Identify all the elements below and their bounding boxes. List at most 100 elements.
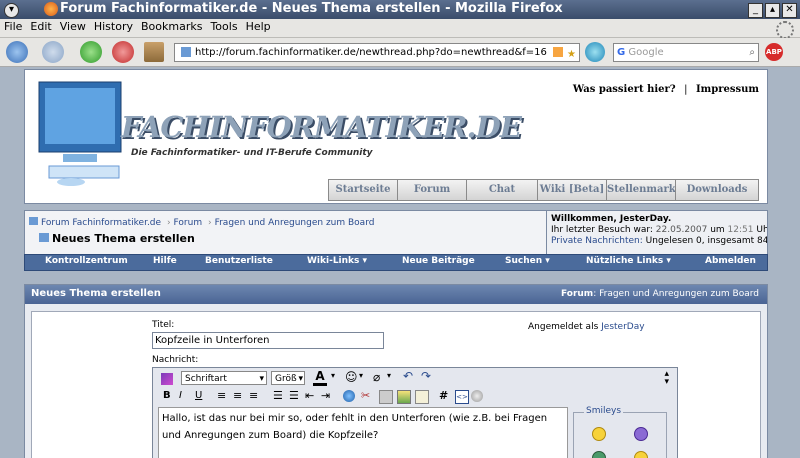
panel-forum-link[interactable]: Fragen und Anregungen zum Board [599, 289, 759, 299]
site-logo[interactable]: FACHINFORMATIKER.DE [121, 110, 522, 144]
window-menu-icon[interactable]: ▾ [4, 3, 19, 18]
close-icon[interactable]: ✕ [782, 3, 797, 18]
welcome-box: Willkommen, JesterDay. Ihr letzter Besuc… [546, 211, 767, 255]
chevron-down-icon[interactable]: ▾ [387, 371, 391, 380]
tab-wiki[interactable]: Wiki [Beta] [537, 179, 607, 201]
html-icon[interactable]: <> [455, 390, 469, 404]
forum-navbar: Kontrollzentrum Hilfe Benutzerliste Wiki… [24, 254, 768, 271]
italic-icon[interactable]: I [179, 390, 182, 401]
outdent-icon[interactable]: ⇤ [305, 389, 314, 402]
chevron-down-icon[interactable]: ▾ [359, 371, 363, 380]
undo-icon[interactable]: ↶ [403, 369, 413, 383]
chevron-down-icon[interactable]: ▾ [331, 371, 335, 380]
bookmark-star-icon[interactable]: ★ [567, 46, 576, 63]
menu-tools[interactable]: Tools [206, 19, 241, 34]
maximize-icon[interactable]: ▴ [765, 3, 780, 18]
insert-image-icon[interactable] [397, 390, 411, 404]
form-body: Titel: Kopfzeile in Unterforen Angemelde… [31, 311, 761, 458]
bold-icon[interactable]: B [163, 390, 171, 401]
smiley-grin-icon[interactable] [634, 451, 648, 458]
smiley-angry-icon[interactable] [634, 427, 648, 441]
ordered-list-icon[interactable]: ☰ [273, 389, 283, 402]
menu-bookmarks[interactable]: Bookmarks [137, 19, 206, 34]
search-input[interactable]: G Google ⌕ [613, 43, 759, 62]
insert-link-icon[interactable] [343, 390, 355, 402]
align-right-icon[interactable]: ≡ [249, 389, 258, 402]
font-select[interactable]: Schriftart ▾ [181, 371, 267, 385]
pm-link[interactable]: Private Nachrichten: [551, 236, 643, 246]
nav-neue-beitraege[interactable]: Neue Beiträge [402, 256, 475, 266]
panel-forum-label: Forum [561, 289, 594, 299]
menu-file[interactable]: File [0, 19, 26, 34]
last-visit-um: um [710, 225, 725, 235]
panel-forum: Forum: Fragen und Anregungen zum Board [561, 289, 759, 299]
tab-downloads[interactable]: Downloads [675, 179, 759, 201]
code-icon[interactable]: # [439, 389, 448, 402]
stop-icon[interactable] [112, 41, 134, 63]
search-icon[interactable]: ⌕ [749, 44, 755, 61]
smileys-box: Smileys [573, 406, 667, 458]
breadcrumb-board[interactable]: Fragen und Anregungen zum Board [215, 218, 375, 228]
text-color-icon[interactable]: A [313, 369, 327, 386]
nav-benutzerliste[interactable]: Benutzerliste [205, 256, 273, 266]
nav-wiki-links[interactable]: Wiki-Links ▾ [307, 256, 367, 266]
menu-view[interactable]: View [56, 19, 90, 34]
breadcrumb-forum[interactable]: Forum [174, 218, 203, 228]
message-textarea[interactable]: Hallo, ist das nur bei mir so, oder fehl… [158, 407, 568, 458]
logged-in-user-link[interactable]: JesterDay [601, 322, 644, 332]
forum-home-icon[interactable] [29, 217, 38, 225]
go-icon[interactable] [585, 42, 605, 62]
minimize-icon[interactable]: _ [748, 3, 763, 18]
nav-kontrollzentrum[interactable]: Kontrollzentrum [45, 256, 128, 266]
tab-forum[interactable]: Forum [397, 179, 467, 201]
unordered-list-icon[interactable]: ☰ [289, 389, 299, 402]
back-icon[interactable] [6, 41, 28, 63]
new-thread-panel: Neues Thema erstellen Forum: Fragen und … [24, 284, 768, 458]
smiley-insert-icon[interactable]: ☺ [345, 370, 358, 384]
firefox-logo-icon [44, 2, 58, 16]
rss-icon[interactable] [553, 47, 563, 57]
last-visit-label: Ihr letzter Besuch war: [551, 225, 653, 235]
search-placeholder: Google [628, 47, 664, 58]
nav-hilfe[interactable]: Hilfe [153, 256, 177, 266]
menu-history[interactable]: History [90, 19, 137, 34]
redo-icon[interactable]: ↷ [421, 369, 431, 383]
impressum-link[interactable]: Impressum [696, 84, 759, 95]
home-icon[interactable] [144, 42, 164, 62]
smiley-cool-icon[interactable] [592, 451, 606, 458]
size-select[interactable]: Größ ▾ [271, 371, 305, 385]
email-icon[interactable] [379, 390, 393, 404]
url-bar[interactable]: http://forum.fachinformatiker.de/newthre… [174, 43, 580, 62]
breadcrumb: Forum Fachinformatiker.de › Forum › Fragen… [24, 210, 768, 256]
forward-icon[interactable] [42, 41, 64, 63]
resize-toggle-icon[interactable]: ▴ ▾ [664, 370, 669, 387]
title-input[interactable]: Kopfzeile in Unterforen [152, 332, 384, 349]
private-messages: Private Nachrichten: Ungelesen 0, insges… [551, 236, 767, 247]
menu-help[interactable]: Help [242, 19, 275, 34]
menu-edit[interactable]: Edit [26, 19, 55, 34]
align-left-icon[interactable]: ≡ [217, 389, 226, 402]
php-icon[interactable] [471, 390, 483, 402]
tab-stellenmarkt[interactable]: Stellenmarkt [606, 179, 680, 201]
breadcrumb-home[interactable]: Forum Fachinformatiker.de [41, 218, 161, 228]
panel-header: Neues Thema erstellen Forum: Fragen und … [25, 285, 767, 304]
nav-suchen[interactable]: Suchen ▾ [505, 256, 550, 266]
navigation-toolbar: http://forum.fachinformatiker.de/newthre… [0, 38, 800, 67]
remove-link-icon[interactable]: ✂ [361, 389, 370, 402]
nav-nuetzliche-links[interactable]: Nützliche Links ▾ [586, 256, 671, 266]
tab-chat[interactable]: Chat [466, 179, 538, 201]
adblock-icon[interactable]: ABP [765, 43, 783, 61]
indent-icon[interactable]: ⇥ [321, 389, 330, 402]
message-editor: Schriftart ▾ Größ ▾ A ▾ ☺ ▾ ⌀ ▾ ↶ ↷ ▴ ▾ B I… [152, 367, 678, 458]
tab-startseite[interactable]: Startseite [328, 179, 398, 201]
site-favicon-icon [181, 47, 191, 57]
smiley-happy-icon[interactable] [592, 427, 606, 441]
reload-icon[interactable] [80, 41, 102, 63]
quote-icon[interactable] [415, 390, 429, 404]
remove-format-icon[interactable] [161, 373, 173, 385]
nav-abmelden[interactable]: Abmelden [705, 256, 756, 266]
what-happens-link[interactable]: Was passiert hier? [573, 84, 676, 95]
align-center-icon[interactable]: ≡ [233, 389, 242, 402]
attachment-icon[interactable]: ⌀ [373, 370, 380, 384]
underline-icon[interactable]: U [195, 390, 202, 401]
